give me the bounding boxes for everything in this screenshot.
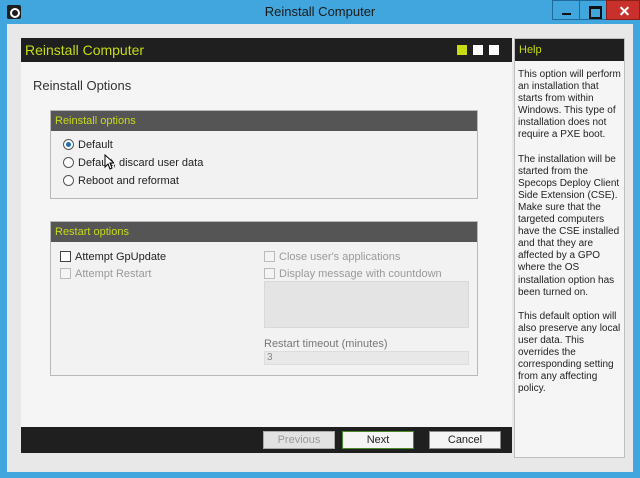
wizard-panel: Reinstall Computer Reinstall Options Rei… — [21, 38, 512, 453]
help-header: Help — [515, 39, 624, 61]
window-title: Reinstall Computer — [264, 4, 376, 19]
radio-label: Reboot and reformat — [78, 175, 179, 187]
wizard-title: Reinstall Computer — [25, 42, 145, 58]
help-paragraph: This default option will also preserve a… — [518, 310, 621, 395]
group-title: Reinstall options — [55, 115, 136, 127]
restart-options-group: Restart options Attempt GpUpdate Attempt… — [50, 221, 478, 376]
group-header: Restart options — [51, 222, 477, 242]
checkbox-label: Close user's applications — [279, 251, 401, 263]
mouse-cursor-icon — [104, 154, 114, 170]
checkbox-label: Attempt GpUpdate — [75, 251, 167, 263]
checkbox-icon[interactable] — [60, 251, 71, 262]
checkbox-label: Attempt Restart — [75, 268, 152, 280]
window-titlebar: Reinstall Computer — [0, 0, 640, 24]
message-textarea[interactable] — [264, 281, 469, 328]
help-title: Help — [519, 44, 542, 56]
page-title: Reinstall Options — [33, 78, 132, 93]
timeout-input[interactable]: 3 — [264, 351, 469, 365]
radio-label: Default, discard user data — [78, 157, 204, 169]
step-indicator-3 — [489, 45, 499, 55]
reinstall-options-group: Reinstall options Default Default, disca… — [50, 110, 478, 199]
cancel-button[interactable]: Cancel — [429, 431, 501, 449]
help-paragraph: The installation will be started from th… — [518, 153, 620, 298]
step-indicator-2 — [473, 45, 483, 55]
minimize-button[interactable] — [552, 0, 580, 20]
checkbox-icon[interactable] — [60, 268, 71, 279]
next-button[interactable]: Next — [342, 431, 414, 449]
checkbox-icon[interactable] — [264, 268, 275, 279]
help-body: This option will perform an installation… — [518, 69, 622, 407]
step-indicator-1 — [457, 45, 467, 55]
maximize-button[interactable] — [579, 0, 607, 20]
radio-label: Default — [78, 139, 113, 151]
help-panel: Help This option will perform an install… — [514, 38, 625, 458]
help-paragraph: This option will perform an installation… — [518, 69, 621, 141]
radio-unchecked-icon[interactable] — [63, 157, 74, 168]
timeout-label: Restart timeout (minutes) — [264, 338, 388, 350]
wizard-header: Reinstall Computer — [21, 38, 512, 62]
previous-button[interactable]: Previous — [263, 431, 335, 449]
radio-unchecked-icon[interactable] — [63, 175, 74, 186]
wizard-footer: Previous Next Cancel — [21, 427, 512, 453]
checkbox-label: Display message with countdown — [279, 268, 442, 280]
group-title: Restart options — [55, 226, 129, 238]
close-button[interactable] — [606, 0, 640, 20]
window-client: Reinstall Computer Reinstall Options Rei… — [7, 24, 633, 472]
checkbox-icon[interactable] — [264, 251, 275, 262]
radio-checked-icon[interactable] — [63, 139, 74, 150]
group-header: Reinstall options — [51, 111, 477, 131]
